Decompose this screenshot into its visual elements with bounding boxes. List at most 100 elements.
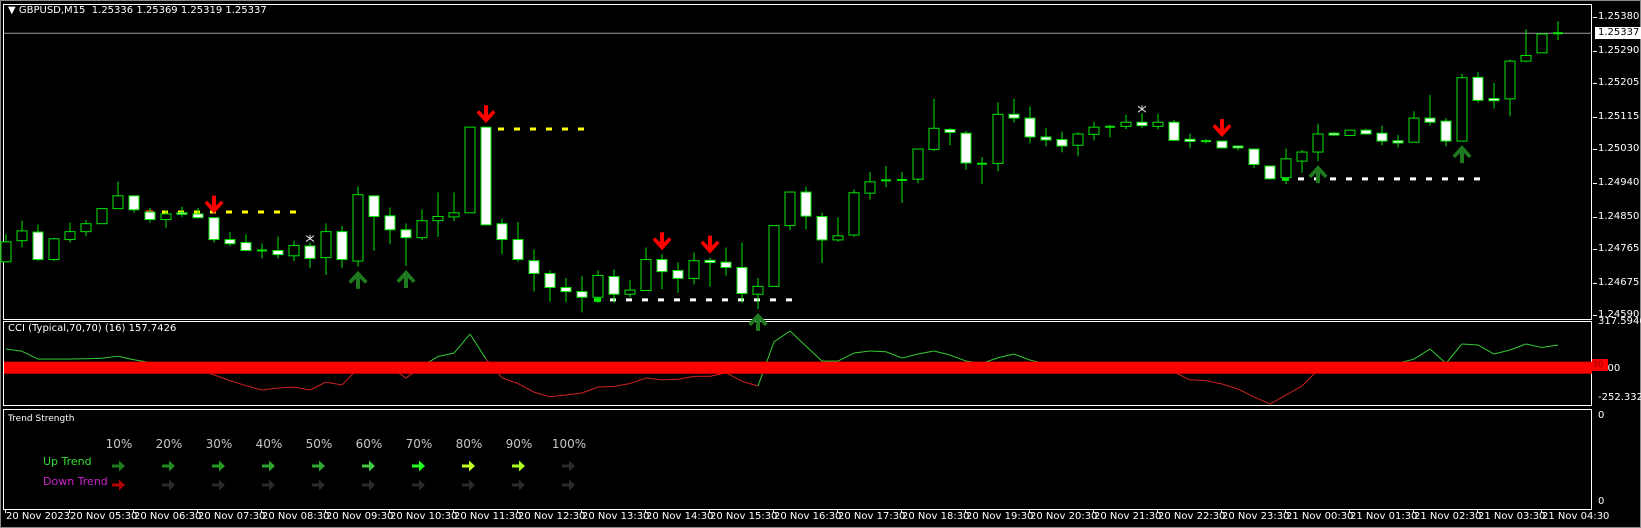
candle-bull <box>1504 60 1516 100</box>
down-trend-arrow-icon <box>162 476 176 491</box>
time-label: 20 Nov 10:30 <box>390 511 458 522</box>
sell-arrow-icon <box>1212 119 1232 138</box>
time-label: 21 Nov 04:30 <box>1542 511 1610 522</box>
candle-bear <box>272 249 284 256</box>
collapse-triangle-icon[interactable]: ▼ <box>8 5 19 16</box>
candle-bear <box>144 211 156 221</box>
candle-bull <box>752 285 764 295</box>
time-label: 20 Nov 09:30 <box>326 511 394 522</box>
cci-line-segment <box>789 330 807 347</box>
candle-bull <box>1296 151 1308 162</box>
sell-arrow-icon <box>652 232 672 251</box>
cci-line-segment <box>565 392 583 396</box>
down-trend-arrow-icon <box>262 476 276 491</box>
cci-line-segment <box>453 333 471 354</box>
cci-line-segment <box>1541 344 1559 349</box>
time-label: 21 Nov 02:30 <box>1414 511 1482 522</box>
cci-line-segment <box>533 391 551 398</box>
cci-line-segment <box>309 381 327 391</box>
candle-bear <box>368 195 380 218</box>
cci-line-segment <box>629 377 647 384</box>
time-label: 20 Nov 21:30 <box>1094 511 1162 522</box>
cci-line-segment <box>677 375 695 380</box>
down-trend-arrow-icon <box>512 476 526 491</box>
cci-line-segment <box>1237 388 1255 398</box>
cci-line-segment <box>437 352 455 357</box>
time-label: 20 Nov 14:30 <box>646 511 714 522</box>
price-tick <box>1593 248 1597 250</box>
candle-bear <box>128 195 140 211</box>
trend-percent-label: 70% <box>405 437 433 451</box>
candle-bull <box>288 245 300 257</box>
candle-bull <box>1280 158 1292 179</box>
price-label: 1.25380 <box>1598 11 1640 22</box>
up-trend-arrow-icon <box>112 457 126 472</box>
candle-bear <box>208 217 220 241</box>
candle-bull <box>928 127 940 150</box>
time-label: 21 Nov 01:30 <box>1350 511 1418 522</box>
trend-axis-bottom-label: 0 <box>1598 496 1605 507</box>
candle-bear <box>1424 117 1436 123</box>
cci-line-segment <box>117 355 135 361</box>
candle-bull <box>112 195 124 210</box>
down-trend-arrow-icon <box>312 476 326 491</box>
time-label: 20 Nov 11:30 <box>454 511 522 522</box>
cci-line-segment <box>5 348 23 352</box>
cci-line-segment <box>1445 343 1463 364</box>
candle-bear <box>544 273 556 288</box>
time-label: 20 Nov 22:30 <box>1158 511 1226 522</box>
cci-line-segment <box>1205 380 1223 385</box>
cci-line-segment <box>741 380 759 387</box>
candle-bear <box>384 215 396 231</box>
price-tick <box>1593 17 1597 18</box>
candle-bull <box>1152 121 1164 127</box>
candle-bear <box>960 132 972 164</box>
candle-bear <box>1488 97 1500 102</box>
candle-bear <box>1376 132 1388 142</box>
candle-bull <box>432 216 444 222</box>
candle-bull <box>352 194 364 262</box>
candle-bear <box>400 229 412 239</box>
time-label: 20 Nov 2023 <box>6 511 71 522</box>
cci-level-tag: 30 <box>1592 359 1608 371</box>
cci-line-segment <box>853 350 871 354</box>
candle-bull <box>320 231 332 259</box>
cci-min-label: -252.3322 <box>1598 392 1641 403</box>
sell-arrow-icon <box>700 235 720 254</box>
candle-bear <box>1232 145 1244 149</box>
candle-bull <box>784 191 796 227</box>
time-label: 20 Nov 07:30 <box>198 511 266 522</box>
cci-line-segment <box>901 353 919 359</box>
price-tick <box>1593 50 1597 52</box>
buy-arrow-icon <box>348 270 368 289</box>
candle-bear <box>1024 117 1036 138</box>
time-label: 20 Nov 16:30 <box>774 511 842 522</box>
candle-bear <box>720 261 732 268</box>
candle-bull <box>1344 129 1356 136</box>
up-trend-label: Up Trend <box>43 455 92 468</box>
time-label: 20 Nov 06:30 <box>134 511 202 522</box>
cci-line-segment <box>101 355 119 359</box>
candle-bull <box>1072 133 1084 146</box>
candle-bear <box>512 239 524 261</box>
trend-percent-label: 90% <box>505 437 533 451</box>
price-label: 1.25205 <box>1598 77 1640 88</box>
price-label: 1.24940 <box>1598 176 1640 188</box>
cci-line-segment <box>613 383 631 388</box>
candle-bull <box>864 181 876 194</box>
trend-axis-top-label: 0 <box>1598 410 1605 421</box>
candle-bear <box>656 259 668 273</box>
cci-line-segment <box>1285 385 1303 396</box>
candle-bear <box>704 259 716 264</box>
trend-percent-label: 60% <box>355 437 383 451</box>
candle-bear <box>736 266 748 294</box>
cci-line-segment <box>581 386 599 394</box>
candle-bull <box>160 213 172 221</box>
cci-line-segment <box>1413 348 1431 360</box>
cci-line-segment <box>1461 343 1479 346</box>
candle-bull <box>640 259 652 291</box>
buy-arrow-icon <box>748 312 768 331</box>
cci-title: CCI (Typical,70,70) (16) 157.7426 <box>8 323 177 334</box>
down-trend-arrow-icon <box>412 476 426 491</box>
up-trend-arrow-icon <box>162 457 176 472</box>
